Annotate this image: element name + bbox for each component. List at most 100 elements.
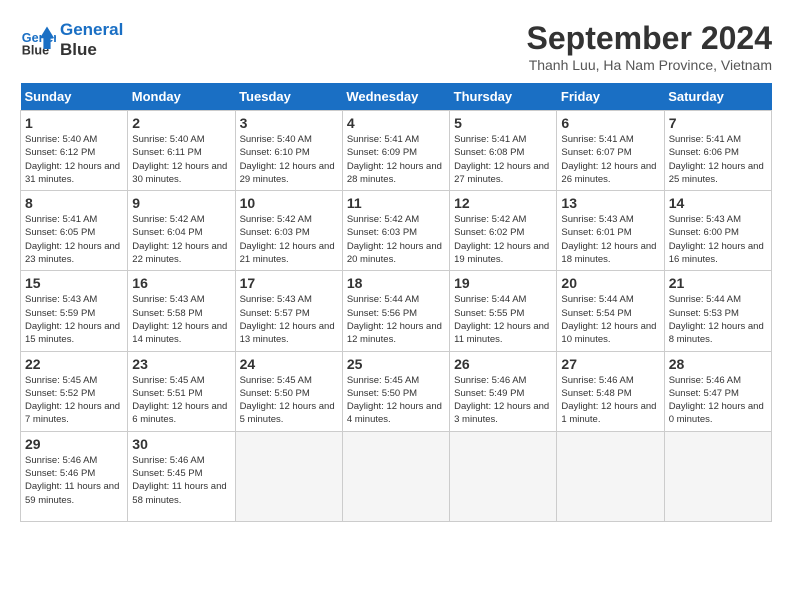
day-detail: Sunrise: 5:45 AMSunset: 5:50 PMDaylight:… bbox=[240, 375, 335, 426]
location-title: Thanh Luu, Ha Nam Province, Vietnam bbox=[527, 57, 772, 73]
day-number: 1 bbox=[25, 115, 123, 131]
day-number: 6 bbox=[561, 115, 659, 131]
calendar-cell: 21 Sunrise: 5:44 AMSunset: 5:53 PMDaylig… bbox=[664, 271, 771, 351]
logo-line2: Blue bbox=[60, 40, 123, 60]
day-detail: Sunrise: 5:43 AMSunset: 5:59 PMDaylight:… bbox=[25, 294, 120, 345]
calendar-table: SundayMondayTuesdayWednesdayThursdayFrid… bbox=[20, 83, 772, 522]
day-detail: Sunrise: 5:40 AMSunset: 6:11 PMDaylight:… bbox=[132, 134, 227, 185]
calendar-cell: 11 Sunrise: 5:42 AMSunset: 6:03 PMDaylig… bbox=[342, 191, 449, 271]
calendar-week-row: 29 Sunrise: 5:46 AMSunset: 5:46 PMDaylig… bbox=[21, 431, 772, 521]
day-detail: Sunrise: 5:44 AMSunset: 5:55 PMDaylight:… bbox=[454, 294, 549, 345]
header: General Blue General Blue September 2024… bbox=[20, 20, 772, 73]
day-number: 11 bbox=[347, 195, 445, 211]
day-number: 5 bbox=[454, 115, 552, 131]
calendar-day-header: Sunday bbox=[21, 83, 128, 111]
calendar-cell bbox=[235, 431, 342, 521]
calendar-header-row: SundayMondayTuesdayWednesdayThursdayFrid… bbox=[21, 83, 772, 111]
calendar-cell: 16 Sunrise: 5:43 AMSunset: 5:58 PMDaylig… bbox=[128, 271, 235, 351]
day-detail: Sunrise: 5:42 AMSunset: 6:02 PMDaylight:… bbox=[454, 214, 549, 265]
day-detail: Sunrise: 5:46 AMSunset: 5:45 PMDaylight:… bbox=[132, 455, 226, 506]
day-number: 22 bbox=[25, 356, 123, 372]
day-detail: Sunrise: 5:45 AMSunset: 5:50 PMDaylight:… bbox=[347, 375, 442, 426]
day-number: 30 bbox=[132, 436, 230, 452]
month-title: September 2024 bbox=[527, 20, 772, 57]
calendar-day-header: Friday bbox=[557, 83, 664, 111]
day-number: 25 bbox=[347, 356, 445, 372]
calendar-cell: 13 Sunrise: 5:43 AMSunset: 6:01 PMDaylig… bbox=[557, 191, 664, 271]
calendar-day-header: Saturday bbox=[664, 83, 771, 111]
calendar-cell: 6 Sunrise: 5:41 AMSunset: 6:07 PMDayligh… bbox=[557, 111, 664, 191]
logo-line1: General bbox=[60, 20, 123, 40]
day-number: 21 bbox=[669, 275, 767, 291]
day-detail: Sunrise: 5:43 AMSunset: 6:01 PMDaylight:… bbox=[561, 214, 656, 265]
day-detail: Sunrise: 5:40 AMSunset: 6:12 PMDaylight:… bbox=[25, 134, 120, 185]
day-number: 29 bbox=[25, 436, 123, 452]
calendar-cell: 4 Sunrise: 5:41 AMSunset: 6:09 PMDayligh… bbox=[342, 111, 449, 191]
day-number: 19 bbox=[454, 275, 552, 291]
day-detail: Sunrise: 5:46 AMSunset: 5:47 PMDaylight:… bbox=[669, 375, 764, 426]
calendar-week-row: 15 Sunrise: 5:43 AMSunset: 5:59 PMDaylig… bbox=[21, 271, 772, 351]
day-number: 26 bbox=[454, 356, 552, 372]
day-detail: Sunrise: 5:44 AMSunset: 5:53 PMDaylight:… bbox=[669, 294, 764, 345]
day-number: 15 bbox=[25, 275, 123, 291]
day-number: 18 bbox=[347, 275, 445, 291]
title-area: September 2024 Thanh Luu, Ha Nam Provinc… bbox=[527, 20, 772, 73]
calendar-cell: 8 Sunrise: 5:41 AMSunset: 6:05 PMDayligh… bbox=[21, 191, 128, 271]
calendar-cell: 17 Sunrise: 5:43 AMSunset: 5:57 PMDaylig… bbox=[235, 271, 342, 351]
day-detail: Sunrise: 5:42 AMSunset: 6:03 PMDaylight:… bbox=[240, 214, 335, 265]
calendar-cell: 23 Sunrise: 5:45 AMSunset: 5:51 PMDaylig… bbox=[128, 351, 235, 431]
calendar-cell: 15 Sunrise: 5:43 AMSunset: 5:59 PMDaylig… bbox=[21, 271, 128, 351]
calendar-cell: 26 Sunrise: 5:46 AMSunset: 5:49 PMDaylig… bbox=[450, 351, 557, 431]
calendar-day-header: Wednesday bbox=[342, 83, 449, 111]
day-number: 12 bbox=[454, 195, 552, 211]
day-detail: Sunrise: 5:43 AMSunset: 5:57 PMDaylight:… bbox=[240, 294, 335, 345]
day-number: 24 bbox=[240, 356, 338, 372]
day-number: 7 bbox=[669, 115, 767, 131]
calendar-cell: 29 Sunrise: 5:46 AMSunset: 5:46 PMDaylig… bbox=[21, 431, 128, 521]
day-number: 8 bbox=[25, 195, 123, 211]
day-detail: Sunrise: 5:46 AMSunset: 5:48 PMDaylight:… bbox=[561, 375, 656, 426]
calendar-cell: 12 Sunrise: 5:42 AMSunset: 6:02 PMDaylig… bbox=[450, 191, 557, 271]
day-detail: Sunrise: 5:45 AMSunset: 5:51 PMDaylight:… bbox=[132, 375, 227, 426]
day-detail: Sunrise: 5:41 AMSunset: 6:06 PMDaylight:… bbox=[669, 134, 764, 185]
day-detail: Sunrise: 5:41 AMSunset: 6:09 PMDaylight:… bbox=[347, 134, 442, 185]
calendar-week-row: 22 Sunrise: 5:45 AMSunset: 5:52 PMDaylig… bbox=[21, 351, 772, 431]
calendar-week-row: 1 Sunrise: 5:40 AMSunset: 6:12 PMDayligh… bbox=[21, 111, 772, 191]
day-detail: Sunrise: 5:43 AMSunset: 6:00 PMDaylight:… bbox=[669, 214, 764, 265]
day-number: 9 bbox=[132, 195, 230, 211]
day-number: 14 bbox=[669, 195, 767, 211]
calendar-cell: 9 Sunrise: 5:42 AMSunset: 6:04 PMDayligh… bbox=[128, 191, 235, 271]
day-number: 23 bbox=[132, 356, 230, 372]
day-detail: Sunrise: 5:46 AMSunset: 5:46 PMDaylight:… bbox=[25, 455, 119, 506]
calendar-cell: 7 Sunrise: 5:41 AMSunset: 6:06 PMDayligh… bbox=[664, 111, 771, 191]
calendar-cell: 27 Sunrise: 5:46 AMSunset: 5:48 PMDaylig… bbox=[557, 351, 664, 431]
day-number: 2 bbox=[132, 115, 230, 131]
calendar-day-header: Thursday bbox=[450, 83, 557, 111]
calendar-cell: 25 Sunrise: 5:45 AMSunset: 5:50 PMDaylig… bbox=[342, 351, 449, 431]
day-detail: Sunrise: 5:42 AMSunset: 6:03 PMDaylight:… bbox=[347, 214, 442, 265]
calendar-cell: 10 Sunrise: 5:42 AMSunset: 6:03 PMDaylig… bbox=[235, 191, 342, 271]
day-detail: Sunrise: 5:42 AMSunset: 6:04 PMDaylight:… bbox=[132, 214, 227, 265]
calendar-cell: 20 Sunrise: 5:44 AMSunset: 5:54 PMDaylig… bbox=[557, 271, 664, 351]
day-detail: Sunrise: 5:41 AMSunset: 6:05 PMDaylight:… bbox=[25, 214, 120, 265]
calendar-cell: 19 Sunrise: 5:44 AMSunset: 5:55 PMDaylig… bbox=[450, 271, 557, 351]
logo-icon: General Blue bbox=[20, 22, 56, 58]
day-number: 27 bbox=[561, 356, 659, 372]
calendar-cell: 2 Sunrise: 5:40 AMSunset: 6:11 PMDayligh… bbox=[128, 111, 235, 191]
day-number: 13 bbox=[561, 195, 659, 211]
day-detail: Sunrise: 5:41 AMSunset: 6:07 PMDaylight:… bbox=[561, 134, 656, 185]
calendar-cell bbox=[664, 431, 771, 521]
day-detail: Sunrise: 5:44 AMSunset: 5:54 PMDaylight:… bbox=[561, 294, 656, 345]
calendar-cell: 3 Sunrise: 5:40 AMSunset: 6:10 PMDayligh… bbox=[235, 111, 342, 191]
calendar-cell bbox=[342, 431, 449, 521]
day-number: 4 bbox=[347, 115, 445, 131]
calendar-cell: 22 Sunrise: 5:45 AMSunset: 5:52 PMDaylig… bbox=[21, 351, 128, 431]
day-detail: Sunrise: 5:40 AMSunset: 6:10 PMDaylight:… bbox=[240, 134, 335, 185]
calendar-cell: 14 Sunrise: 5:43 AMSunset: 6:00 PMDaylig… bbox=[664, 191, 771, 271]
calendar-body: 1 Sunrise: 5:40 AMSunset: 6:12 PMDayligh… bbox=[21, 111, 772, 522]
day-number: 16 bbox=[132, 275, 230, 291]
day-number: 3 bbox=[240, 115, 338, 131]
calendar-cell: 30 Sunrise: 5:46 AMSunset: 5:45 PMDaylig… bbox=[128, 431, 235, 521]
calendar-cell: 5 Sunrise: 5:41 AMSunset: 6:08 PMDayligh… bbox=[450, 111, 557, 191]
calendar-day-header: Tuesday bbox=[235, 83, 342, 111]
